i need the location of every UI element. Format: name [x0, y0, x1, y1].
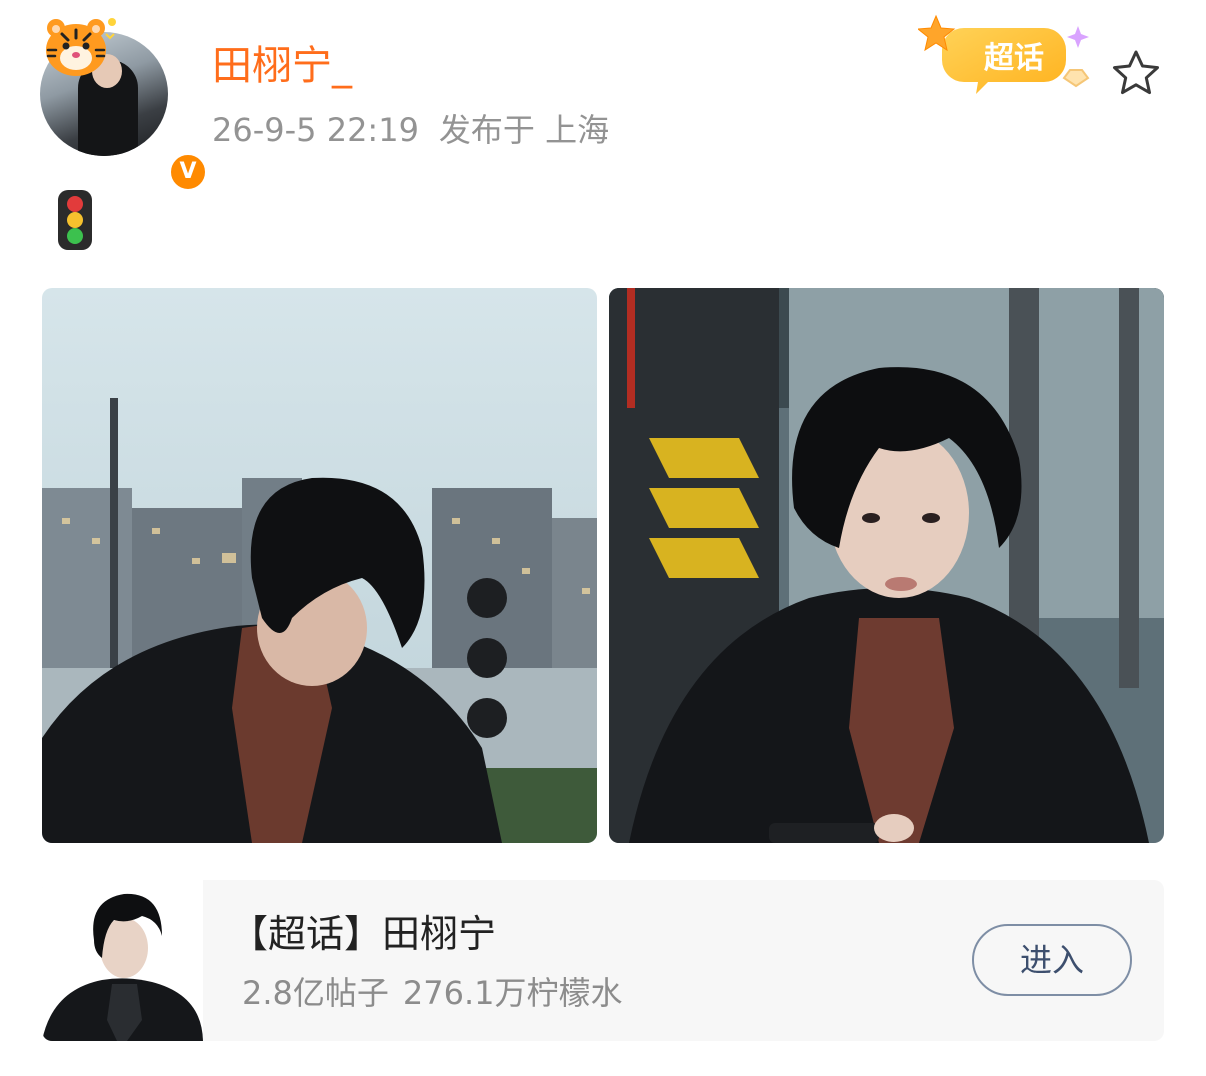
supertopic-card[interactable]: 【超话】田栩宁 2.8亿帖子 276.1万柠檬水 进入: [42, 880, 1164, 1041]
author-name[interactable]: 田栩宁_: [212, 40, 352, 92]
traffic-light-icon: [58, 190, 92, 250]
tiger-ornament-icon: [46, 18, 116, 76]
supertopic-title: 【超话】田栩宁: [230, 912, 497, 956]
author-avatar[interactable]: V: [40, 18, 208, 192]
post-image-2[interactable]: [609, 288, 1164, 843]
post-meta: 26-9-5 22:19 发布于 上海: [212, 108, 609, 152]
post-time: 26-9-5 22:19: [212, 111, 419, 149]
supertopic-posts-count: 2.8亿帖子: [242, 974, 389, 1012]
enter-button[interactable]: 进入: [972, 924, 1132, 996]
star-icon[interactable]: [1108, 46, 1164, 102]
verified-badge: V: [168, 152, 208, 192]
supertopic-stats: 2.8亿帖子 276.1万柠檬水: [242, 972, 623, 1014]
supertopic-thumbnail: [42, 880, 203, 1041]
supertopic-badge[interactable]: 超话: [918, 14, 1104, 102]
post-location: 发布于 上海: [438, 111, 610, 149]
supertopic-fans-count: 276.1万柠檬水: [402, 974, 623, 1012]
supertopic-badge-label: 超话: [984, 41, 1044, 76]
post-image-1[interactable]: [42, 288, 597, 843]
